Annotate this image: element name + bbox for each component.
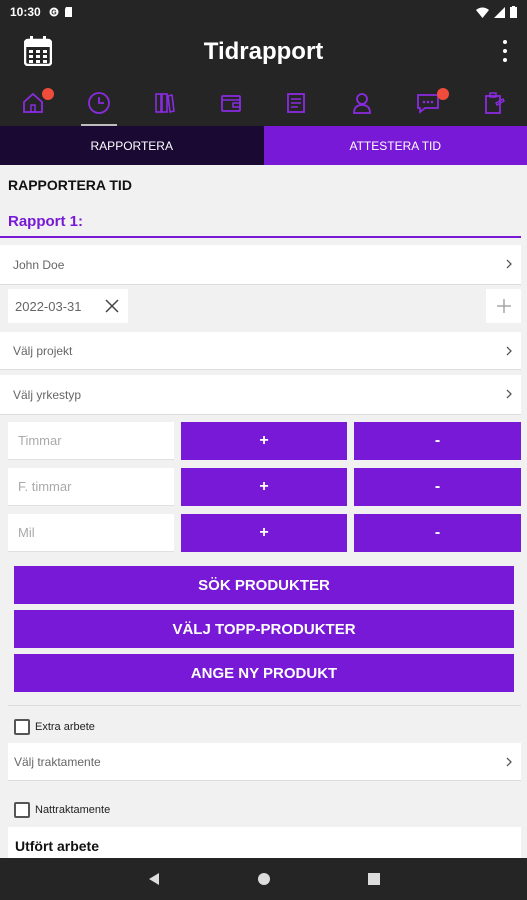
nav-person[interactable] — [329, 80, 395, 126]
icon-nav-bar — [0, 80, 527, 126]
home-circle-icon[interactable] — [257, 872, 271, 886]
chevron-right-icon — [506, 757, 512, 767]
mil-input[interactable]: Mil — [8, 514, 174, 552]
section-title: RAPPORTERA TID — [8, 177, 132, 193]
nav-document[interactable] — [264, 80, 330, 126]
f-hours-minus-button[interactable]: - — [354, 468, 521, 506]
allowance-select[interactable]: Välj traktamente — [8, 743, 521, 781]
checkbox-box — [14, 719, 30, 735]
checkbox-box — [14, 802, 30, 818]
wallet-icon — [220, 95, 241, 112]
clipboard-icon — [485, 92, 505, 114]
g-icon: G — [49, 7, 59, 17]
profession-select[interactable]: Välj yrkestyp — [0, 375, 521, 415]
nav-clock[interactable] — [66, 80, 132, 126]
battery-icon — [510, 6, 517, 18]
nav-clipboard[interactable] — [461, 80, 527, 126]
notification-badge — [437, 88, 450, 100]
hours-minus-button[interactable]: - — [354, 422, 521, 460]
night-allowance-label: Nattraktamente — [35, 804, 111, 816]
add-date-button[interactable] — [486, 289, 521, 323]
chevron-right-icon — [506, 389, 512, 399]
night-allowance-checkbox[interactable]: Nattraktamente — [14, 802, 110, 818]
person-icon — [353, 93, 372, 114]
f-hours-input[interactable]: F. timmar — [8, 468, 174, 506]
more-vert-icon[interactable] — [501, 40, 509, 62]
hours-plus-button[interactable]: + — [181, 422, 347, 460]
status-bar: 10:30 G — [0, 0, 527, 24]
nav-wallet[interactable] — [198, 80, 264, 126]
recents-icon[interactable] — [367, 872, 381, 886]
allowance-placeholder: Välj traktamente — [14, 754, 101, 769]
chevron-right-icon — [506, 259, 512, 269]
top-products-button[interactable]: VÄLJ TOPP-PRODUKTER — [14, 610, 514, 648]
tab-attestera[interactable]: ATTESTERA TID — [263, 126, 527, 165]
date-value: 2022-03-31 — [15, 298, 82, 314]
hours-input[interactable]: Timmar — [8, 422, 174, 460]
extra-work-checkbox[interactable]: Extra arbete — [14, 719, 95, 735]
f-hours-plus-button[interactable]: + — [181, 468, 347, 506]
nav-home[interactable] — [0, 80, 66, 126]
back-icon[interactable] — [147, 872, 161, 886]
profession-placeholder: Välj yrkestyp — [13, 387, 82, 402]
new-product-button[interactable]: ANGE NY PRODUKT — [14, 654, 514, 692]
divider — [8, 705, 521, 706]
svg-text:G: G — [51, 10, 57, 17]
tab-bar: RAPPORTERA ATTESTERA TID — [0, 126, 527, 165]
app-bar: Tidrapport — [0, 24, 527, 80]
report-title-underline — [0, 236, 521, 238]
nav-chat[interactable] — [395, 80, 461, 126]
document-icon — [287, 93, 306, 113]
sd-card-icon — [64, 7, 72, 17]
extra-work-label: Extra arbete — [35, 721, 95, 733]
notification-badge — [42, 88, 54, 100]
clock-icon — [87, 92, 110, 114]
app-title: Tidrapport — [203, 38, 324, 65]
tab-rapportera[interactable]: RAPPORTERA — [0, 126, 264, 165]
employee-name: John Doe — [13, 257, 65, 272]
wifi-icon — [476, 7, 489, 18]
project-placeholder: Välj projekt — [13, 343, 73, 358]
search-products-button[interactable]: SÖK PRODUKTER — [14, 566, 514, 604]
report-form: RAPPORTERA TID Rapport 1: John Doe 2022-… — [0, 165, 527, 858]
signal-icon — [494, 6, 505, 18]
plus-icon — [496, 299, 511, 313]
calendar-icon[interactable] — [24, 36, 52, 66]
report-title: Rapport 1: — [8, 213, 83, 230]
mil-plus-button[interactable]: + — [181, 514, 347, 552]
binders-icon — [154, 93, 175, 113]
clear-date-icon[interactable] — [104, 298, 120, 314]
nav-binders[interactable] — [132, 80, 198, 126]
project-select[interactable]: Välj projekt — [0, 332, 521, 370]
date-field[interactable]: 2022-03-31 — [8, 289, 128, 323]
work-done-title: Utfört arbete — [15, 838, 100, 854]
system-nav-bar — [0, 858, 527, 900]
chevron-right-icon — [506, 346, 512, 356]
mil-minus-button[interactable]: - — [354, 514, 521, 552]
status-time: 10:30 — [10, 5, 41, 19]
employee-select[interactable]: John Doe — [0, 245, 521, 285]
